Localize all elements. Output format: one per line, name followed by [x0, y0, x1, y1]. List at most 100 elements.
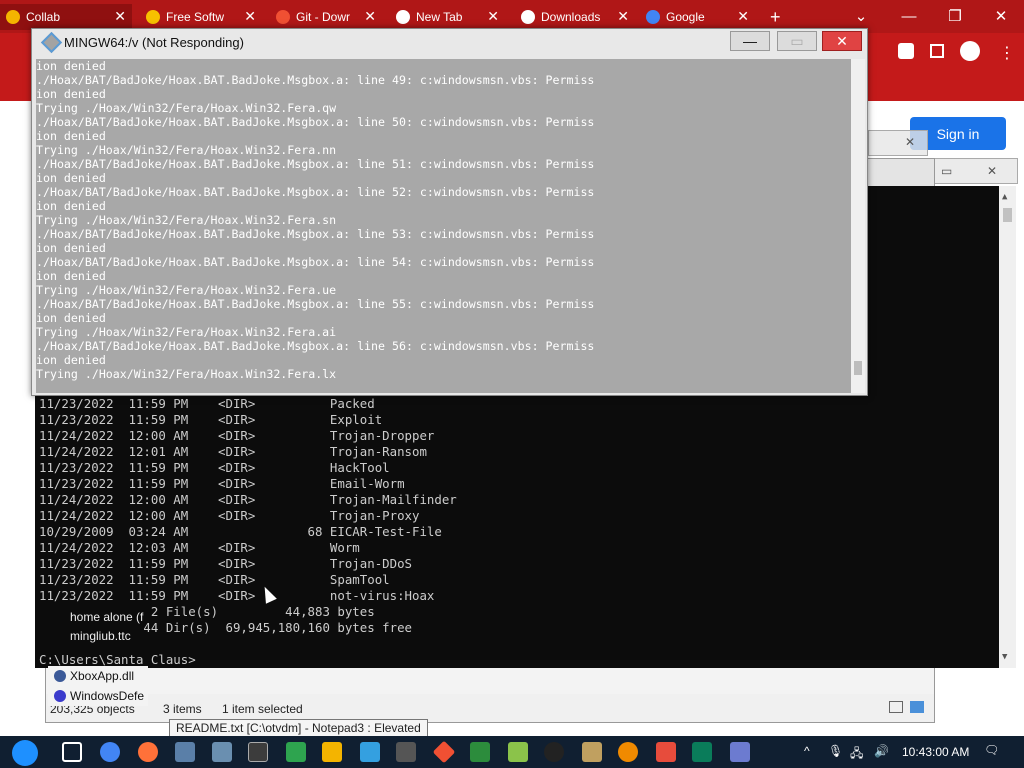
clock[interactable]: 10:43:00 AM — [902, 745, 969, 759]
app-taskbar-icon[interactable] — [508, 742, 528, 762]
scroll-up-icon[interactable]: ▲ — [1002, 189, 1007, 205]
close-tab-icon[interactable]: ✕ — [617, 8, 629, 25]
file-item[interactable]: mingliub.ttc — [70, 629, 131, 643]
terminal-line: Trying ./Hoax/Win32/Fera/Hoax.Win32.Fera… — [36, 143, 337, 157]
task-view-icon[interactable] — [62, 742, 82, 762]
tab-free-software[interactable]: Free Softw ✕ — [140, 4, 262, 30]
terminal-line: ./Hoax/BAT/BadJoke/Hoax.BAT.BadJoke.Msgb… — [36, 73, 595, 87]
chrome-taskbar-icon[interactable] — [100, 742, 120, 762]
terminal-line: ./Hoax/BAT/BadJoke/Hoax.BAT.BadJoke.Msgb… — [36, 339, 595, 353]
terminal-line: Trying ./Hoax/Win32/Fera/Hoax.Win32.Fera… — [36, 283, 337, 297]
restore-button[interactable]: ❐ — [932, 0, 978, 32]
google-icon — [646, 10, 660, 24]
dll-icon — [54, 670, 66, 682]
firefox-taskbar-icon[interactable] — [138, 742, 158, 762]
maximize-button[interactable]: ▭ — [777, 31, 817, 51]
7zip-taskbar-icon[interactable] — [396, 742, 416, 762]
start-button[interactable] — [12, 740, 38, 766]
app-taskbar-icon[interactable] — [470, 742, 490, 762]
app-taskbar-icon[interactable] — [656, 742, 676, 762]
close-button[interactable]: ✕ — [822, 31, 862, 51]
cmd-output-line: 11/24/2022 12:00 AM <DIR> Trojan-Mailfin… — [39, 492, 457, 507]
mingw-terminal-window[interactable]: MINGW64:/v (Not Responding) — ▭ ✕ ion de… — [31, 28, 868, 396]
terminal-line: ./Hoax/BAT/BadJoke/Hoax.BAT.BadJoke.Msgb… — [36, 115, 595, 129]
tiles-view-icon[interactable] — [910, 701, 924, 713]
terminal-line: Trying ./Hoax/Win32/Fera/Hoax.Win32.Fera… — [36, 325, 337, 339]
minimize-button[interactable]: — — [886, 0, 932, 32]
volume-icon[interactable]: 🔊 — [874, 744, 889, 758]
cmd-output-line: 11/24/2022 12:01 AM <DIR> Trojan-Ransom — [39, 444, 427, 459]
items-count: 3 items — [163, 702, 202, 716]
close-tab-icon[interactable]: ✕ — [737, 8, 749, 25]
close-button[interactable]: ✕ — [978, 0, 1024, 32]
chevron-up-icon[interactable]: ^ — [804, 744, 810, 758]
cmd-output-line: 11/23/2022 11:59 PM <DIR> Exploit — [39, 412, 383, 427]
scroll-thumb[interactable] — [1003, 208, 1012, 222]
file-item-defender[interactable]: WindowsDefe — [48, 686, 148, 706]
star-icon — [146, 10, 160, 24]
details-view-icon[interactable] — [889, 701, 903, 713]
tab-favicon-icon — [6, 10, 20, 24]
file-item[interactable]: home alone (f — [70, 610, 143, 624]
cmd-output-line: 11/24/2022 12:03 AM <DIR> Worm — [39, 540, 360, 555]
app-taskbar-icon[interactable] — [212, 742, 232, 762]
git-icon — [276, 10, 290, 24]
app-taskbar-icon[interactable] — [544, 742, 564, 762]
scroll-thumb[interactable] — [854, 361, 862, 375]
cmd-output-line: 10/29/2009 03:24 AM 68 EICAR-Test-File — [39, 524, 442, 539]
mingw-titlebar[interactable]: MINGW64:/v (Not Responding) — ▭ ✕ — [32, 29, 867, 57]
terminal-line: ./Hoax/BAT/BadJoke/Hoax.BAT.BadJoke.Msgb… — [36, 227, 595, 241]
cmd-output-line: 11/23/2022 11:59 PM <DIR> not-virus:Hoax — [39, 588, 435, 603]
scroll-down-icon[interactable]: ▼ — [1002, 649, 1007, 665]
app-taskbar-icon[interactable] — [286, 742, 306, 762]
background-dialog: ✕ — [868, 130, 928, 156]
cmd-taskbar-icon[interactable] — [248, 742, 268, 762]
profile-avatar[interactable] — [960, 41, 980, 61]
cmd-output-line: 11/24/2022 12:00 AM <DIR> Trojan-Dropper — [39, 428, 435, 443]
maximize-icon[interactable]: ▭ — [941, 164, 952, 178]
defender-icon — [54, 690, 66, 702]
keyboard-taskbar-icon[interactable] — [360, 742, 380, 762]
app-taskbar-icon[interactable] — [175, 742, 195, 762]
chrome-icon — [396, 10, 410, 24]
side-panel-icon[interactable] — [930, 44, 944, 58]
close-tab-icon[interactable]: ✕ — [487, 8, 499, 25]
explorer-status-bar: 203,325 objects 3 items 1 item selected — [46, 694, 934, 722]
tab-label: Git - Dowr — [296, 10, 350, 24]
tab-git-download[interactable]: Git - Dowr ✕ — [270, 4, 382, 30]
extensions-icon[interactable] — [898, 43, 914, 59]
search-taskbar-icon[interactable] — [618, 742, 638, 762]
close-tab-icon[interactable]: ✕ — [364, 8, 376, 25]
terminal-line: ion denied — [36, 241, 106, 255]
cmd-output-line: 11/23/2022 11:59 PM <DIR> HackTool — [39, 460, 390, 475]
app-taskbar-icon[interactable] — [322, 742, 342, 762]
tab-collab[interactable]: Collab ✕ — [0, 4, 132, 30]
new-tab-button[interactable]: + — [764, 4, 790, 30]
download-icon — [521, 10, 535, 24]
git-bash-icon — [40, 31, 63, 54]
menu-icon[interactable]: ⋮ — [999, 43, 1015, 63]
terminal-line: ./Hoax/BAT/BadJoke/Hoax.BAT.BadJoke.Msgb… — [36, 157, 595, 171]
cmd-output-line: 11/23/2022 11:59 PM <DIR> Trojan-DDoS — [39, 556, 412, 571]
mingw-terminal-output[interactable]: ion denied ./Hoax/BAT/BadJoke/Hoax.BAT.B… — [36, 59, 852, 393]
network-icon[interactable]: 🖧 — [850, 744, 863, 765]
tab-downloads[interactable]: Downloads ✕ — [515, 4, 635, 30]
mingw-scrollbar[interactable] — [851, 59, 865, 393]
git-bash-taskbar-icon[interactable] — [432, 740, 456, 764]
cmd-scrollbar[interactable]: ▲ ▼ — [999, 186, 1016, 668]
app-taskbar-icon[interactable] — [582, 742, 602, 762]
close-icon[interactable]: ✕ — [905, 135, 915, 149]
close-tab-icon[interactable]: ✕ — [244, 8, 256, 25]
app-taskbar-icon[interactable] — [730, 742, 750, 762]
microphone-icon[interactable]: 🎙 — [828, 744, 843, 758]
tab-new-tab[interactable]: New Tab ✕ — [390, 4, 505, 30]
close-tab-icon[interactable]: ✕ — [114, 8, 126, 25]
minimize-button[interactable]: — — [730, 31, 770, 51]
app-taskbar-icon[interactable] — [692, 742, 712, 762]
terminal-line: ion denied — [36, 59, 106, 73]
notification-icon[interactable]: 🗨 — [984, 743, 999, 757]
tab-google[interactable]: Google ✕ — [640, 4, 755, 30]
close-icon[interactable]: ✕ — [987, 164, 997, 178]
terminal-line: ion denied — [36, 269, 106, 283]
file-item-xbox[interactable]: XboxApp.dll — [48, 666, 148, 686]
